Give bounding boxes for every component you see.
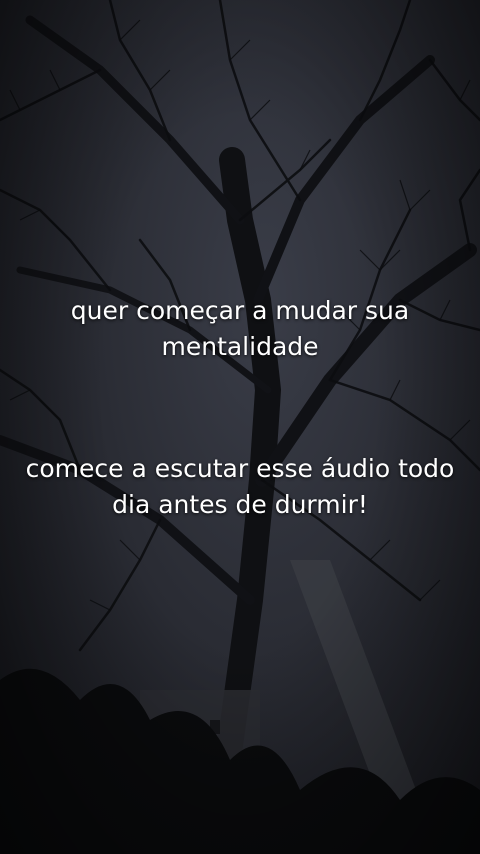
caption-line: quer começar a mudar sua	[70, 296, 410, 325]
tree-night-photo	[0, 0, 480, 854]
caption-question: quer começar a mudar sua mentalidade	[0, 293, 480, 365]
caption-instruction: comece a escutar esse áudio todo dia ant…	[0, 451, 480, 523]
caption-line: dia antes de durmir!	[112, 490, 368, 519]
caption-line: comece a escutar esse áudio todo	[25, 454, 455, 483]
caption-line: mentalidade	[161, 332, 319, 361]
story-frame: quer começar a mudar sua mentalidade com…	[0, 0, 480, 854]
